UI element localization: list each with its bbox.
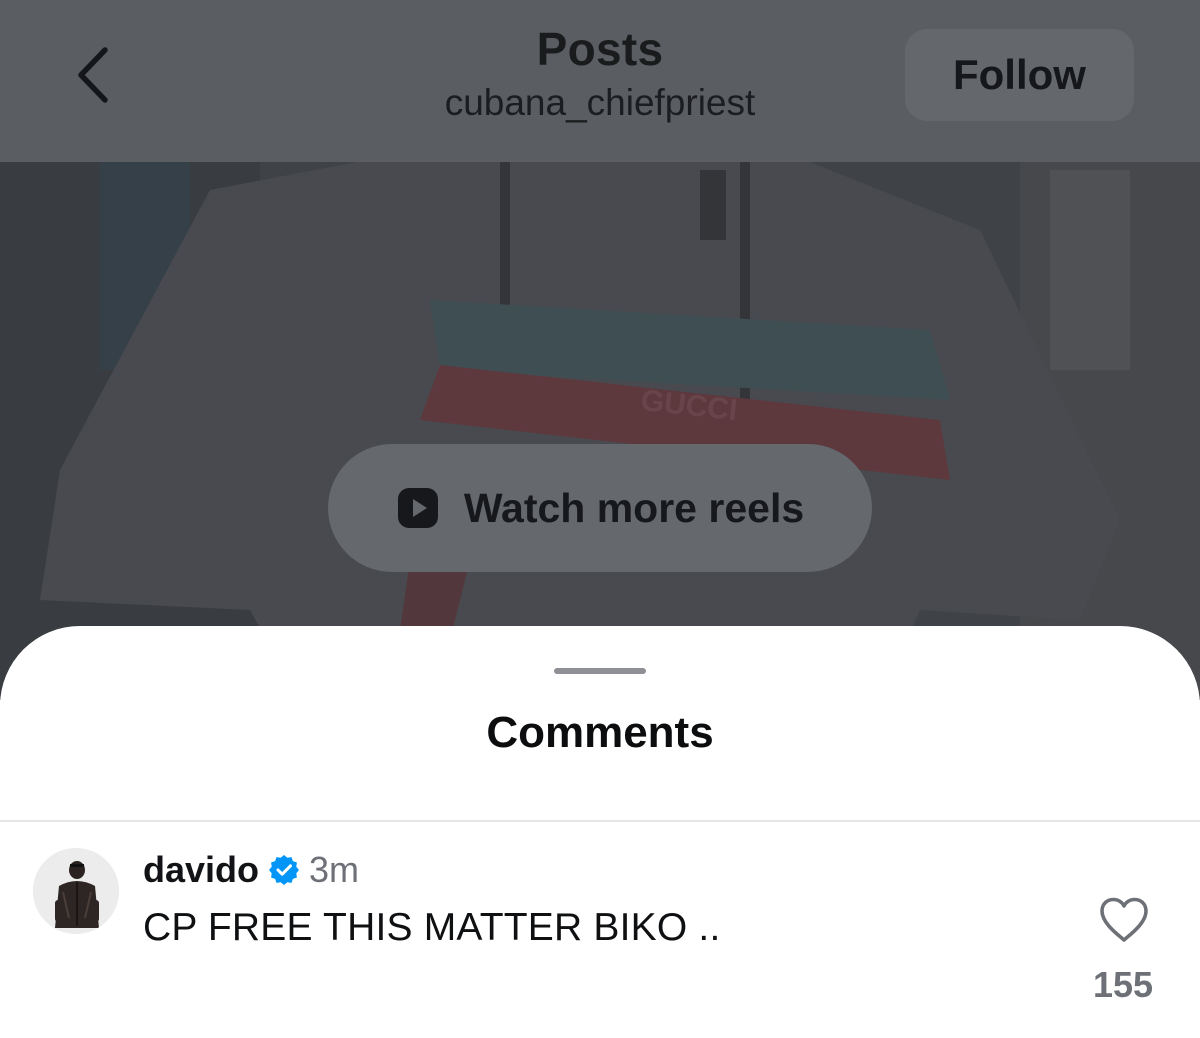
avatar[interactable] — [33, 848, 119, 934]
sheet-drag-handle[interactable] — [554, 668, 646, 674]
comment-header: davido 3m — [143, 849, 360, 891]
like-count: 155 — [1092, 964, 1154, 1005]
comments-sheet: Comments davido 3m CP FREE THIS MATTER B… — [0, 626, 1200, 1038]
play-square-icon — [397, 488, 438, 528]
watch-more-reels-label: Watch more reels — [463, 484, 805, 531]
comment-username[interactable]: davido — [143, 849, 259, 891]
avatar-image — [33, 848, 119, 934]
comment-text: CP FREE THIS MATTER BIKO .. — [143, 906, 721, 949]
reel-viewer-screen: GUCCI Posts cubana_chiefpriest Follow Wa… — [0, 0, 1200, 1038]
heart-outline-icon — [1100, 897, 1148, 942]
verified-badge-icon — [269, 855, 300, 885]
comment-timestamp: 3m — [309, 849, 360, 890]
watch-more-reels-button[interactable]: Watch more reels — [328, 444, 872, 572]
comments-title: Comments — [486, 708, 714, 757]
like-button[interactable] — [1098, 896, 1150, 944]
posts-header: Posts cubana_chiefpriest Follow — [0, 0, 1200, 162]
follow-button[interactable]: Follow — [905, 29, 1134, 121]
comment-item: davido 3m CP FREE THIS MATTER BIKO .. 15… — [0, 822, 1200, 1022]
